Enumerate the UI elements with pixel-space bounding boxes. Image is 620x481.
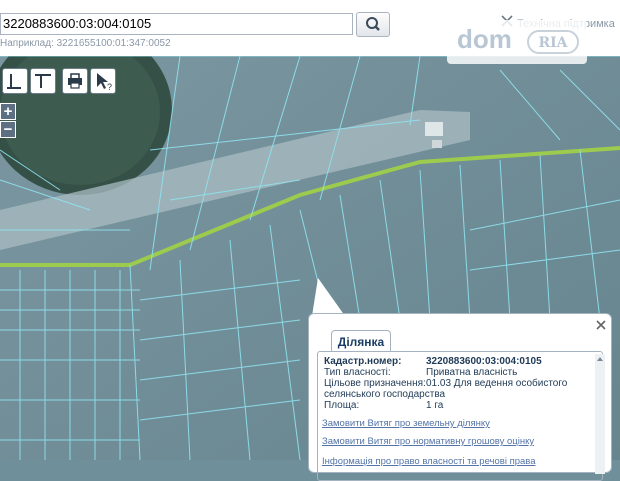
logo-dom-text: dom [457, 24, 512, 54]
domria-logo: dom RIA [447, 20, 587, 64]
cadastral-number-label: Кадастр.номер: [324, 356, 402, 367]
purpose-continuation: селянського господарства [324, 389, 446, 400]
ownership-type-value: Приватна власність [426, 367, 518, 378]
area-label: Площа: [324, 400, 360, 411]
close-icon[interactable] [595, 319, 607, 331]
info-pointer-button[interactable]: ? [90, 68, 116, 94]
search-button[interactable] [356, 12, 390, 37]
cadastral-number-value: 3220883600:03:004:0105 [426, 356, 542, 367]
search-example-hint: Наприклад: 3221655100:01:347:0052 [0, 38, 171, 49]
measure-length-button[interactable] [2, 68, 28, 94]
purpose-value: 01.03 Для ведення особистого [426, 378, 568, 389]
parcel-info-popup: Ділянка Кадастр.номер: 3220883600:03:004… [308, 313, 612, 481]
cadastral-search-input[interactable]: 3220883600:03:004:0105 [0, 13, 353, 35]
purpose-label: Цільове призначення: [324, 378, 426, 389]
search-icon [366, 17, 380, 31]
zoom-in-button[interactable]: + [0, 103, 16, 120]
measure-area-button[interactable] [30, 68, 56, 94]
print-icon [68, 73, 82, 89]
logo-ria-text: RIA [527, 30, 579, 54]
print-button[interactable] [62, 68, 88, 94]
zoom-out-button[interactable]: − [0, 121, 16, 138]
info-pointer-icon: ? [97, 73, 112, 92]
area-value: 1 га [426, 400, 444, 411]
svg-text:?: ? [107, 82, 112, 92]
ownership-info-link[interactable]: Інформація про право власності та речові… [322, 456, 536, 467]
scroll-up-icon[interactable] [597, 356, 603, 362]
order-valuation-extract-link[interactable]: Замовити Витяг про нормативну грошову оц… [322, 436, 534, 447]
measure-area-icon [35, 74, 51, 88]
tab-parcel[interactable]: Ділянка [331, 330, 391, 352]
order-parcel-extract-link[interactable]: Замовити Витяг про земельну ділянку [322, 418, 490, 429]
measure-length-icon [7, 74, 21, 89]
ownership-type-label: Тип власності: [324, 367, 391, 378]
popup-scrollbar[interactable] [595, 354, 605, 474]
parcel-details-panel: Кадастр.номер: 3220883600:03:004:0105 Ти… [317, 351, 603, 481]
